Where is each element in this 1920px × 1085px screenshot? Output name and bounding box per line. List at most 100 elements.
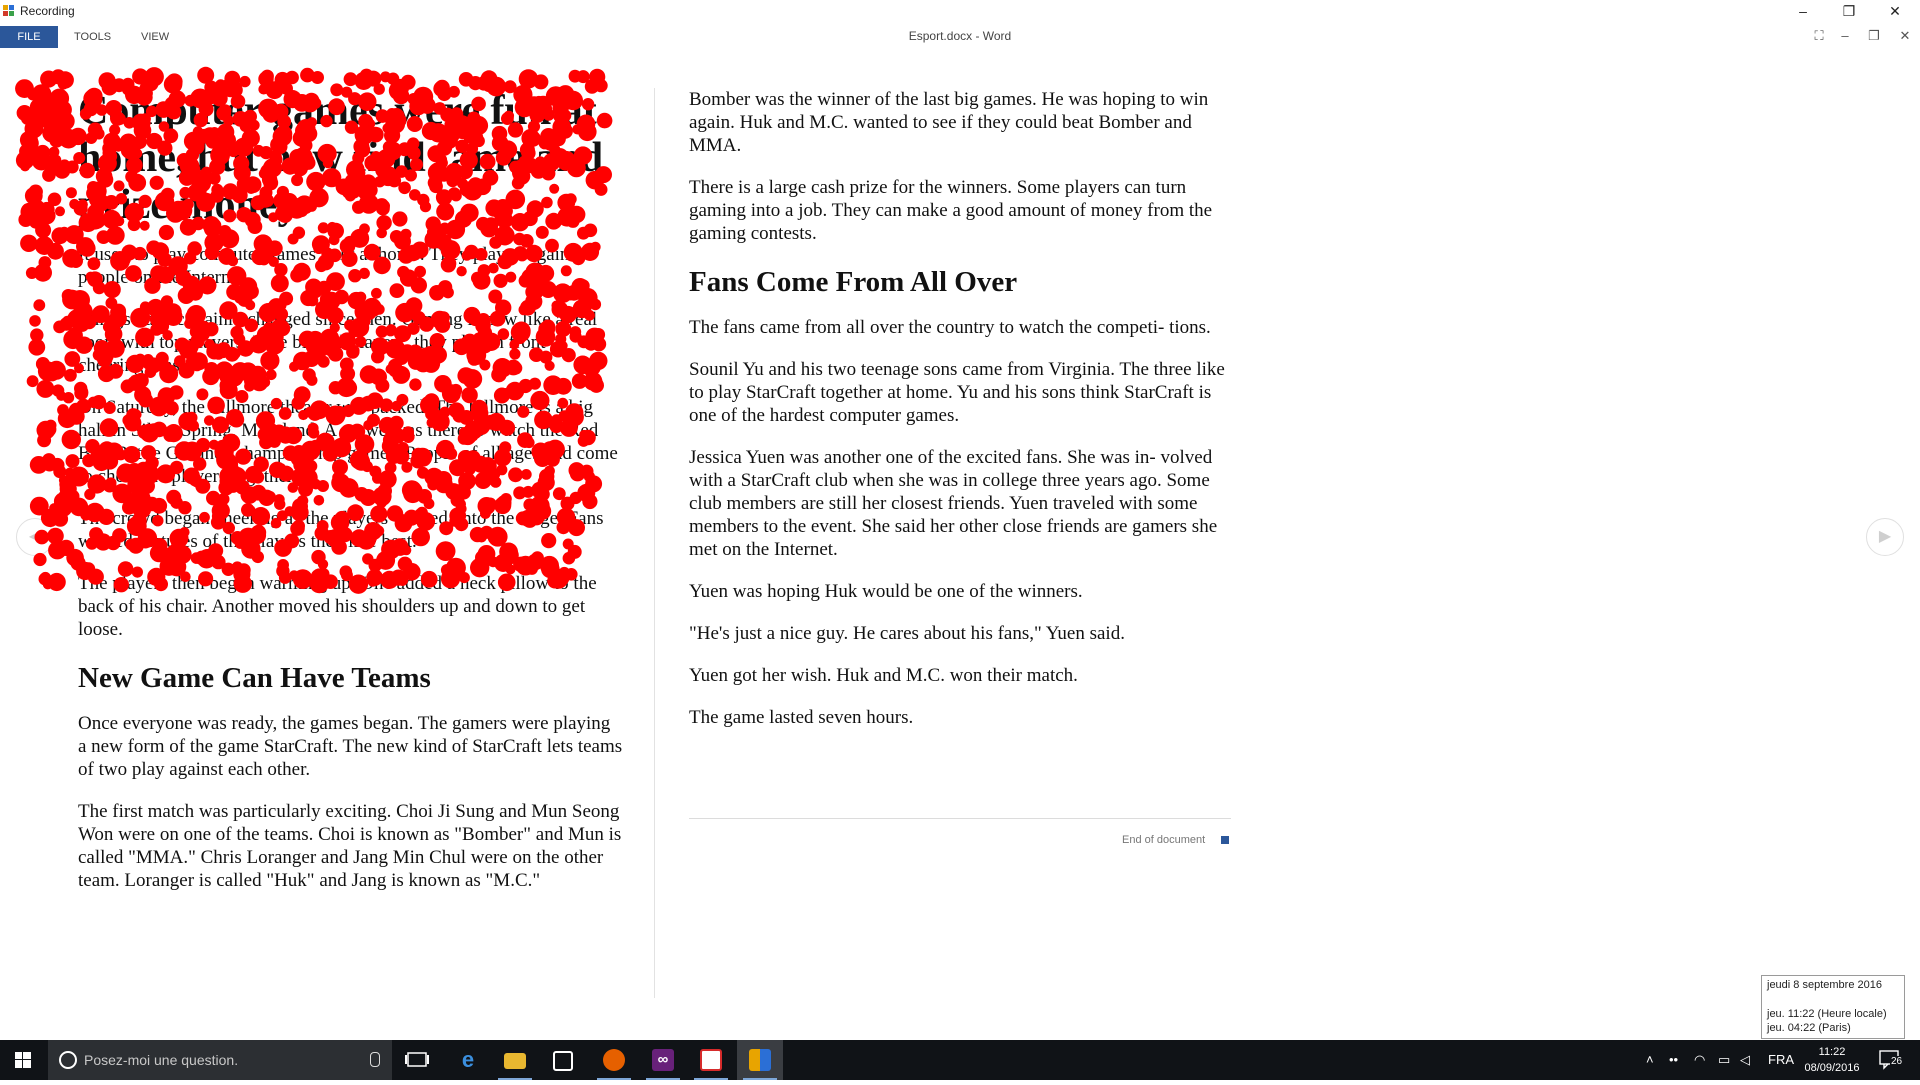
word-minimize-button[interactable]: – [1832,26,1858,46]
ink-dot [57,409,77,429]
full-screen-icon[interactable]: ⛶ [1806,26,1832,46]
notification-center-button[interactable]: 26 [1878,1048,1904,1070]
more-icons-icon[interactable]: •• [1669,1040,1678,1080]
store-icon [553,1051,573,1071]
ink-dot [53,465,67,479]
ink-dot [46,360,66,380]
ink-dot [31,84,52,105]
network-icon[interactable]: ◠ [1694,1040,1705,1080]
ink-dot [20,234,38,252]
ink-dot [29,315,41,327]
restore-button[interactable]: ❐ [1826,0,1872,22]
ink-dot [458,72,474,87]
ink-dot [24,119,44,139]
ink-dot [38,256,52,269]
acrobat-icon [700,1049,722,1071]
ink-dot [65,187,77,199]
clock-paris-time: jeu. 04:22 (Paris) [1767,1022,1851,1034]
ink-dot [32,151,51,171]
ink-dot [42,579,53,590]
ink-dot [51,384,65,397]
visual-studio-button[interactable]: ∞ [640,1040,686,1080]
ink-dot [59,317,74,331]
paragraph: The first match was particularly excitin… [78,801,622,891]
ink-dot [197,66,215,84]
section-heading: New Game Can Have Teams [78,662,431,694]
paragraph: Yuen was hoping Huk would be one of the … [689,581,1083,602]
ink-dot [46,108,66,127]
ink-dot [59,226,70,238]
paragraph: The crowd began cheering as the players … [78,508,604,552]
recording-app-button[interactable] [737,1040,783,1080]
firefox-button[interactable] [591,1040,637,1080]
section-heading: Fans Come From All Over [689,266,1018,298]
language-indicator[interactable]: FRA [1768,1040,1794,1080]
ink-dot [40,101,57,118]
ink-dot [63,431,76,444]
ink-dot [34,236,54,256]
show-hidden-icons-button[interactable]: ˄ [1646,1040,1654,1080]
ink-dot [311,71,324,84]
ink-dot [518,69,539,89]
ink-dot [300,67,315,83]
cortana-search-box[interactable]: Posez-moi une question. [48,1040,392,1080]
previous-page-button[interactable]: ◀ [16,518,54,556]
ink-dot [40,70,58,88]
ink-dot [26,375,39,388]
ink-dot [386,72,400,85]
word-close-button[interactable]: ✕ [1892,26,1918,46]
word-restore-button[interactable]: ❐ [1861,26,1887,46]
ink-dot [36,239,48,251]
ink-dot [53,320,66,334]
start-button[interactable] [0,1040,46,1080]
file-explorer-button[interactable] [492,1040,538,1080]
paragraph: Things have certainly changed since then… [78,309,598,376]
ink-dot [23,147,42,165]
edge-button[interactable]: e [445,1040,491,1080]
ink-dot [568,69,582,83]
ink-dot [365,70,382,87]
ink-dot [19,130,38,149]
ink-dot [64,499,75,510]
task-view-icon [405,1052,429,1067]
ink-dot [132,68,149,85]
ink-dot [42,453,56,467]
ink-dot [49,88,70,109]
end-of-document-label: End of document [1122,834,1206,846]
ink-dot [481,77,492,88]
acrobat-button[interactable] [688,1040,734,1080]
end-of-document-marker [1221,836,1229,844]
ink-dot [62,315,74,327]
ink-dot [42,457,57,472]
ink-dot [59,476,76,493]
ink-dot [56,112,75,131]
ink-dot [20,111,35,126]
ink-dot [44,366,60,382]
ink-dot [37,361,58,382]
store-button[interactable] [539,1040,585,1080]
recording-titlebar: Recording – ❐ ✕ [0,0,1920,24]
taskbar: Posez-moi une question. e ∞ ˄ •• ◠ ▭ ◁ F… [0,1040,1920,1080]
next-page-button[interactable]: ▶ [1866,518,1904,556]
ink-dot [34,263,52,282]
ink-dot [53,497,73,518]
ink-dot [29,456,48,474]
ink-dot [47,242,64,260]
minimize-button[interactable]: – [1780,0,1826,22]
ink-dot [52,100,72,120]
ink-dot [36,420,56,440]
ink-dot [480,70,498,88]
task-view-button[interactable] [394,1040,440,1080]
ink-dot [39,201,55,218]
close-button[interactable]: ✕ [1872,0,1918,22]
ink-dot [51,163,64,176]
ink-dot [224,70,241,87]
battery-icon[interactable]: ▭ [1718,1040,1730,1080]
paragraph: Bomber was the winner of the last big ga… [689,89,1209,156]
paragraph: "He's just a nice guy. He cares about hi… [689,623,1125,644]
microphone-icon[interactable] [370,1052,380,1067]
volume-icon[interactable]: ◁ [1740,1040,1750,1080]
ink-dot [57,404,69,416]
ink-dot [27,199,46,218]
taskbar-clock[interactable]: 11:22 08/09/2016 [1800,1044,1864,1076]
